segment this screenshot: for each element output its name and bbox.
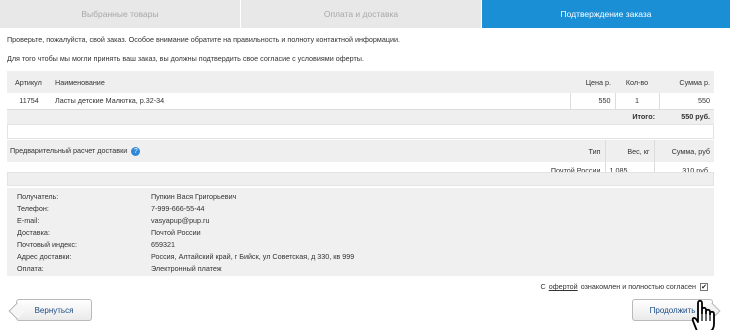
tab-order-confirmation[interactable]: Подтверждение заказа [482, 0, 730, 28]
col-price: Цена р. [585, 77, 611, 87]
agreement-text-before: С [540, 282, 546, 291]
item-name: Ласты детские Малютка, р.32-34 [51, 93, 570, 110]
recipient-label: Получатель: [17, 192, 59, 201]
table-header: Артикул Наименование Цена р. Кол-во Сумм… [7, 71, 714, 93]
item-qty: 1 [614, 93, 659, 110]
col-weight: Вес, кг [604, 140, 654, 162]
spacer-box [7, 124, 714, 139]
help-icon[interactable]: ? [131, 146, 141, 156]
item-price: 550 [569, 93, 615, 110]
hand-pointer-icon [691, 299, 715, 330]
postcode-label: Почтовый индекс: [17, 240, 77, 249]
payment-label: Оплата: [17, 264, 44, 273]
agreement-checkbox[interactable]: ✔ [700, 282, 708, 291]
offer-link[interactable]: офертой [549, 282, 578, 291]
info-text-check-order: Проверьте, пожалуйста, свой заказ. Особо… [7, 35, 400, 44]
spacer-box [7, 172, 714, 186]
address-label: Адрес доставки: [17, 252, 72, 261]
phone-value: 7-999-666-55-44 [151, 204, 205, 213]
delivery-label: Доставка: [17, 228, 50, 237]
agreement-text-after: ознакомлен и полностью согласен [580, 282, 696, 291]
col-name: Наименование [55, 77, 105, 87]
checkout-steps: Выбранные товары Оплата и доставка Подтв… [0, 0, 730, 28]
col-qty: Кол-во [625, 77, 649, 87]
phone-label: Телефон: [17, 204, 49, 213]
recipient-value: Пупкин Вася Григорьевич [151, 192, 237, 201]
col-delivery-sum: Сумма, руб [653, 140, 714, 162]
address-value: Россия, Алтайский край, г Бийск, ул Сове… [151, 252, 355, 261]
tab-selected-goods[interactable]: Выбранные товары [0, 0, 241, 28]
tab-payment-delivery[interactable]: Оплата и доставка [241, 0, 482, 28]
postcode-value: 659321 [151, 240, 175, 249]
order-items-table: Артикул Наименование Цена р. Кол-во Сумм… [7, 71, 714, 124]
col-sum: Сумма р. [679, 77, 710, 87]
total-row: Итого: 550 руб. [7, 109, 714, 124]
email-value: vasyapup@pup.ru [151, 216, 210, 225]
item-sku: 11754 [7, 93, 51, 110]
total-value: 550 руб. [659, 109, 714, 124]
delivery-title: Предварительный расчет доставки [10, 146, 128, 156]
table-row: 11754 Ласты детские Малютка, р.32-34 550… [7, 93, 714, 110]
info-text-agreement: Для того чтобы мы могли принять ваш зака… [7, 54, 364, 63]
back-button[interactable]: Вернуться [16, 299, 92, 321]
email-label: E-mail: [17, 216, 40, 225]
item-sum: 550 [658, 93, 714, 110]
payment-value: Электронный платеж [151, 264, 222, 273]
recipient-info: Получатель: Пупкин Вася Григорьевич Теле… [7, 188, 714, 276]
offer-agreement: С офертой ознакомлен и полностью согласе… [540, 282, 708, 291]
col-type: Тип [588, 146, 601, 156]
table-header: Предварительный расчет доставки ? Тип Ве… [7, 140, 714, 162]
col-sku: Артикул [15, 77, 42, 87]
total-label: Итого: [615, 109, 659, 124]
delivery-value: Почтой России [151, 228, 201, 237]
